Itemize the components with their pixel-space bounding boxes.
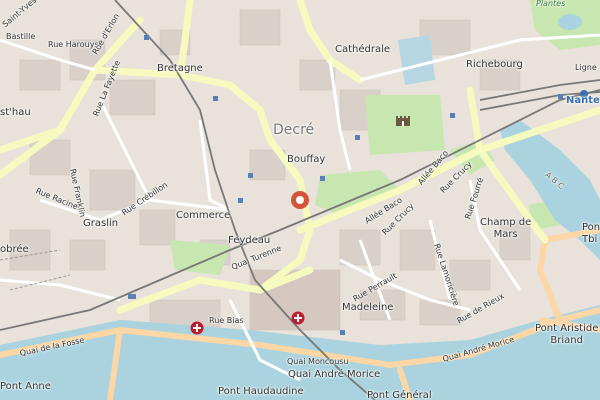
label-obree: obrée <box>0 244 29 255</box>
label-bretagne: Bretagne <box>157 63 203 74</box>
label-pont-haudaudine: Pont Haudaudine <box>218 386 304 397</box>
label-bastille: Bastille <box>6 32 36 41</box>
label-quai-andre-morice-2: Quai André Morice <box>288 369 381 380</box>
label-pont-anne: Pont Anne <box>0 381 51 392</box>
location-marker-icon[interactable] <box>289 189 311 215</box>
label-rue-harouys: Rue Harouys <box>48 40 99 49</box>
label-pont-aristide-briand: Pont Aristide Briand <box>535 323 599 346</box>
label-st-hau: st'hau <box>0 107 31 118</box>
label-madeleine: Madeleine <box>342 302 394 313</box>
label-rue-bias: Rue Bias <box>209 316 244 325</box>
map-view[interactable]: Bastille Saint-Yves Rue Harouys Rue d'Er… <box>0 0 600 400</box>
label-nantes: Nantes <box>566 95 600 106</box>
label-decre: Decré <box>273 122 315 138</box>
label-cathedrale: Cathédrale <box>335 44 391 55</box>
hospital-cross-icon <box>291 310 305 329</box>
label-champ-de-mars: Champ de Mars <box>480 217 532 240</box>
label-bouffay: Bouffay <box>287 154 326 165</box>
label-quai-moncousu: Quai Moncousu <box>287 357 349 366</box>
label-plantes: Plantes <box>536 0 566 8</box>
hospital-cross-icon <box>190 320 204 339</box>
label-pont-general: Pont Général <box>367 390 432 400</box>
label-commerce: Commerce <box>176 210 231 221</box>
label-pont-tbi: Pont Tbi <box>582 222 600 245</box>
label-richebourg: Richebourg <box>466 59 523 70</box>
label-graslin: Graslin <box>83 218 119 229</box>
label-ligne: Ligne <box>575 63 597 72</box>
castle-icon <box>395 111 411 130</box>
label-feydeau: Feydeau <box>228 235 271 246</box>
